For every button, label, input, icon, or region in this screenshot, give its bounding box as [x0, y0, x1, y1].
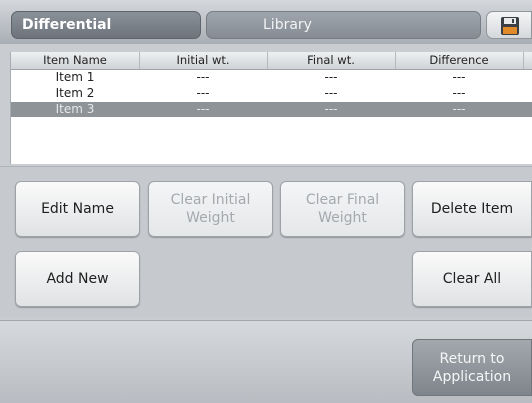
- save-icon: [501, 17, 519, 35]
- edit-name-button[interactable]: Edit Name: [15, 181, 140, 237]
- cell-initial-wt: ---: [196, 102, 210, 116]
- footer-bar: Return to Application: [0, 320, 532, 403]
- tab-bar: Differential Library: [0, 0, 532, 44]
- app-window: Differential Library Item Name Initial w…: [0, 0, 532, 403]
- clear-initial-weight-button[interactable]: Clear Initial Weight: [148, 181, 273, 237]
- delete-item-label: Delete Item: [430, 201, 514, 217]
- cell-initial-wt: ---: [196, 86, 210, 100]
- clear-final-weight-label: Clear Final Weight: [305, 192, 380, 226]
- cell-initial-wt: ---: [196, 70, 210, 84]
- column-header-final-wt: Final wt.: [267, 52, 396, 69]
- edit-name-label: Edit Name: [41, 201, 114, 217]
- cell-difference: ---: [452, 86, 466, 100]
- cell-final-wt: ---: [324, 102, 338, 116]
- cell-difference: ---: [452, 70, 466, 84]
- cell-item-name: Item 1: [55, 70, 95, 84]
- column-header-item-name: Item Name: [11, 52, 140, 69]
- table-row[interactable]: Item 1 --- --- ---: [11, 70, 532, 85]
- table-row[interactable]: Item 2 --- --- ---: [11, 86, 532, 101]
- cell-final-wt: ---: [324, 86, 338, 100]
- tab-differential[interactable]: Differential: [11, 11, 201, 39]
- clear-all-button[interactable]: Clear All: [412, 251, 532, 307]
- clear-all-label: Clear All: [442, 271, 502, 287]
- column-header-initial-wt: Initial wt.: [139, 52, 268, 69]
- column-header-difference: Difference: [395, 52, 524, 69]
- action-panel: Edit Name Clear Initial Weight Clear Fin…: [0, 166, 532, 317]
- cell-difference: ---: [452, 102, 466, 116]
- clear-initial-weight-label: Clear Initial Weight: [170, 192, 251, 226]
- delete-item-button[interactable]: Delete Item: [412, 181, 532, 237]
- table-header: Item Name Initial wt. Final wt. Differen…: [11, 52, 532, 70]
- cell-final-wt: ---: [324, 70, 338, 84]
- add-new-button[interactable]: Add New: [15, 251, 140, 307]
- table-row-selected[interactable]: Item 3 --- --- ---: [11, 102, 532, 117]
- tab-library[interactable]: Library: [206, 11, 481, 39]
- cell-item-name: Item 3: [55, 102, 95, 116]
- cell-item-name: Item 2: [55, 86, 95, 100]
- return-to-application-label: Return to Application: [432, 350, 512, 385]
- items-table: Item Name Initial wt. Final wt. Differen…: [10, 52, 532, 164]
- add-new-label: Add New: [46, 271, 109, 287]
- return-to-application-button[interactable]: Return to Application: [412, 339, 532, 396]
- save-button[interactable]: [486, 11, 532, 39]
- clear-final-weight-button[interactable]: Clear Final Weight: [280, 181, 405, 237]
